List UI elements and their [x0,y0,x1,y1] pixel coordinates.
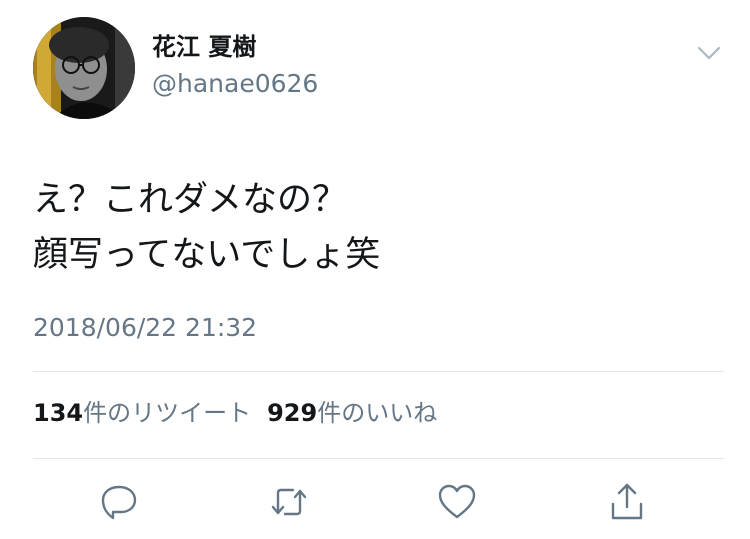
retweets-count: 134 [33,399,84,427]
tweet-text-line-2: 顔写ってないでしょ笑 [33,235,381,275]
retweets-stat[interactable]: 134件のリツイート [33,399,251,427]
divider [33,458,724,459]
tweet-text: え？これダメなの？ 顔写ってないでしょ笑 [33,173,380,283]
share-button[interactable] [607,482,647,522]
tweet-timestamp[interactable]: 2018/06/22 21:32 [33,312,257,344]
display-name[interactable]: 花江 夏樹 [152,32,256,62]
reply-button[interactable] [99,482,139,522]
chevron-down-icon [697,46,721,60]
user-handle[interactable]: @hanae0626 [152,68,318,100]
reply-icon [101,485,137,520]
avatar[interactable] [33,17,135,119]
like-button[interactable] [437,482,477,522]
likes-label: 件のいいね [317,399,438,427]
retweet-icon [271,488,307,516]
likes-count: 929 [267,399,318,427]
like-icon [438,484,476,519]
retweet-button[interactable] [269,482,309,522]
profile-photo-icon [33,17,135,119]
tweet-card: 花江 夏樹 @hanae0626 え？これダメなの？ 顔写ってないでしょ笑 20… [0,0,750,539]
tweet-menu-button[interactable] [694,38,724,68]
tweet-text-line-1: え？これダメなの？ [33,180,347,220]
retweets-label: 件のリツイート [83,399,252,427]
tweet-stats: 134件のリツイート 929件のいいね [33,397,437,429]
share-icon [611,483,643,520]
likes-stat[interactable]: 929件のいいね [267,399,437,427]
divider [33,371,724,372]
